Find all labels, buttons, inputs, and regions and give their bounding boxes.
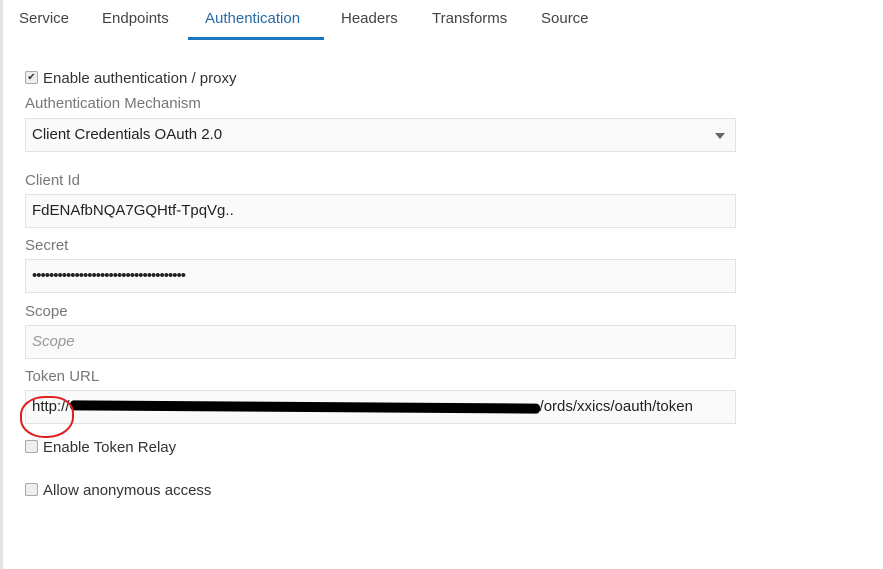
client-id-input[interactable]: FdENAfbNQA7GQHtf-TpqVg.. [25, 194, 736, 228]
secret-input[interactable]: •••••••••••••••••••••••••••••••••••• [25, 259, 736, 293]
token-url-label: Token URL [25, 368, 100, 385]
tab-source[interactable]: Source [541, 10, 589, 27]
scope-label: Scope [25, 303, 68, 320]
tab-headers[interactable]: Headers [341, 10, 398, 27]
scope-input[interactable]: Scope [25, 325, 736, 359]
tab-authentication[interactable]: Authentication [205, 10, 300, 27]
anonymous-access-label: Allow anonymous access [43, 482, 212, 499]
tab-transforms[interactable]: Transforms [432, 10, 507, 27]
token-relay-checkbox[interactable] [25, 440, 38, 453]
token-url-input[interactable]: http:///ords/xxics/oauth/token [25, 390, 736, 424]
left-border [0, 0, 3, 569]
mechanism-select[interactable]: Client Credentials OAuth 2.0 [25, 118, 736, 152]
mechanism-value: Client Credentials OAuth 2.0 [32, 126, 223, 143]
redaction-mark [69, 400, 540, 414]
enable-auth-checkbox[interactable]: ✔ [25, 71, 38, 84]
chevron-down-icon [715, 133, 725, 139]
client-id-label: Client Id [25, 172, 81, 189]
annotation-circle [20, 396, 74, 438]
scope-placeholder: Scope [32, 333, 75, 350]
token-url-suffix: /ords/xxics/oauth/token [539, 398, 693, 415]
mechanism-label: Authentication Mechanism [25, 95, 201, 112]
active-tab-indicator [188, 37, 324, 40]
secret-label: Secret [25, 237, 69, 254]
token-relay-label: Enable Token Relay [43, 439, 177, 456]
tab-endpoints[interactable]: Endpoints [102, 10, 169, 27]
anonymous-access-checkbox[interactable] [25, 483, 38, 496]
enable-auth-label: Enable authentication / proxy [43, 70, 237, 87]
tab-service[interactable]: Service [19, 10, 69, 27]
